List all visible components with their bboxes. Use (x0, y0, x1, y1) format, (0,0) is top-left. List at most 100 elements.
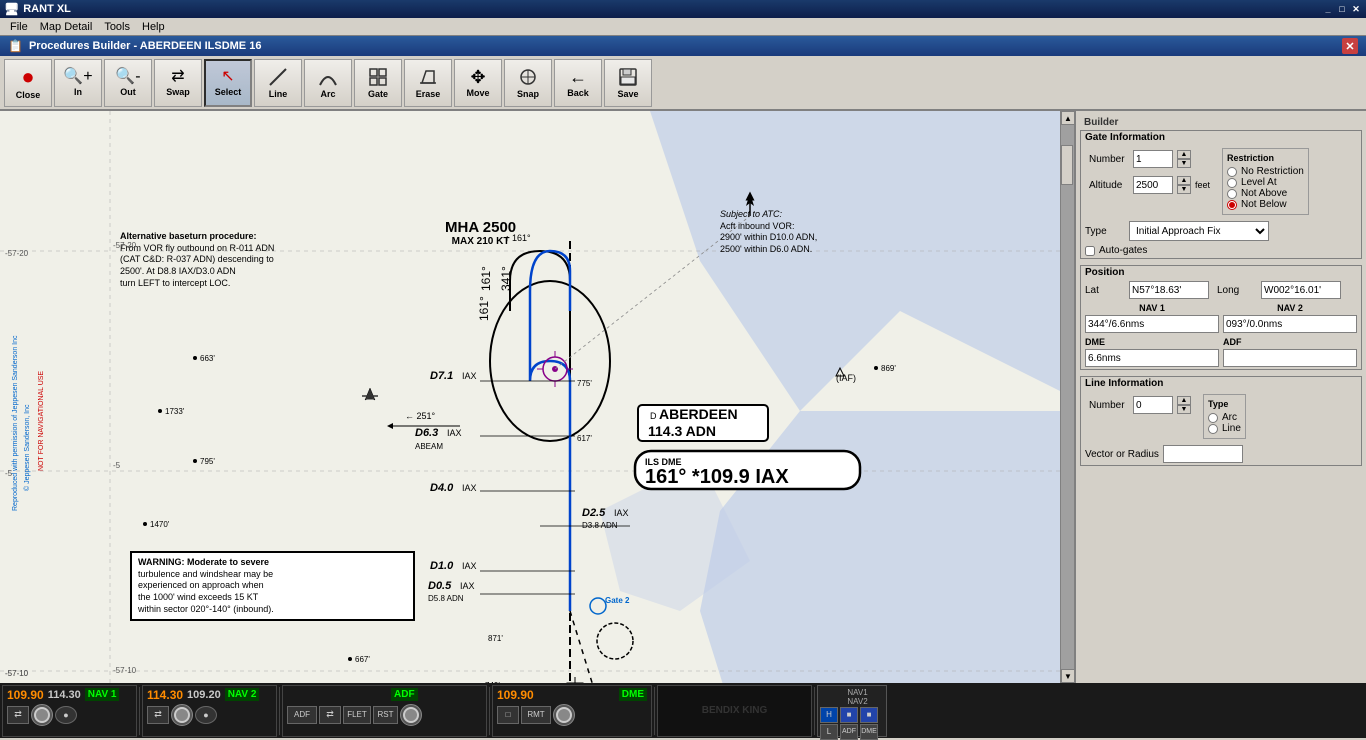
toolbar-snap-btn[interactable]: Snap (504, 59, 552, 107)
toolbar-in-btn[interactable]: 🔍+ In (54, 59, 102, 107)
dme-knob[interactable] (553, 704, 575, 726)
adf-btn1[interactable]: ADF (287, 706, 317, 724)
scroll-thumb[interactable] (1061, 145, 1073, 185)
nav1-swap-btn[interactable]: ⇄ (7, 706, 29, 724)
hl-adf-btn[interactable]: ADF (840, 724, 858, 740)
nav2-top: 114.30 109.20 NAV 2 (147, 688, 272, 702)
alt-baseturn-box: Alternative baseturn procedure: From VOR… (120, 231, 274, 289)
adf-pos-input[interactable] (1223, 349, 1357, 367)
dme-rmt-btn[interactable]: RMT (521, 706, 551, 724)
adf-btn3[interactable]: FLET (343, 706, 371, 724)
spinner-up[interactable]: ▲ (1177, 150, 1191, 159)
adf-knob[interactable] (400, 704, 422, 726)
nav1-top: 109.90 114.30 NAV 1 (7, 688, 132, 702)
toolbar-arc-btn[interactable]: Arc (304, 59, 352, 107)
alt-spinner-up[interactable]: ▲ (1177, 176, 1191, 185)
toolbar-gate-btn[interactable]: Gate (354, 59, 402, 107)
level-at-radio[interactable] (1227, 178, 1237, 188)
nav1-freq2: 114.30 (48, 689, 81, 701)
maximize-btn[interactable]: □ (1336, 3, 1348, 15)
scroll-track[interactable] (1061, 125, 1074, 669)
toolbar-swap-btn[interactable]: ⇄ Swap (154, 59, 202, 107)
menu-map-detail[interactable]: Map Detail (34, 18, 99, 36)
adf-btn2[interactable]: ⇄ (319, 706, 341, 724)
hl-nav1-h-btn[interactable]: ■ (840, 707, 858, 723)
hl-l-btn[interactable]: L (820, 724, 838, 740)
nav1-input[interactable] (1085, 315, 1219, 333)
autogates-checkbox[interactable] (1085, 246, 1095, 256)
svg-text:IAX: IAX (462, 483, 477, 493)
line-info-title: Line Information (1081, 377, 1361, 390)
line-spinner-down[interactable]: ▼ (1177, 405, 1191, 414)
hl-dme-btn[interactable]: DME (860, 724, 878, 740)
toolbar-line-btn[interactable]: Line (254, 59, 302, 107)
nav1-knob[interactable] (31, 704, 53, 726)
map-scrollbar[interactable]: ▲ ▼ (1060, 111, 1074, 683)
adf-header: ADF (1223, 337, 1357, 347)
svg-text:D6.3: D6.3 (415, 427, 438, 439)
menu-file[interactable]: File (4, 18, 34, 36)
nav2-input[interactable] (1223, 315, 1357, 333)
alt-spinner-down[interactable]: ▼ (1177, 185, 1191, 194)
svg-text:663': 663' (200, 354, 215, 363)
hl-nav2-h-btn[interactable]: ■ (860, 707, 878, 723)
proc-title-bar: 📋 Procedures Builder - ABERDEEN ILSDME 1… (0, 36, 1366, 56)
altitude-input[interactable] (1133, 176, 1173, 194)
scroll-down-btn[interactable]: ▼ (1061, 669, 1075, 683)
proc-icon: 📋 (8, 39, 23, 53)
long-input[interactable] (1261, 281, 1341, 299)
line-number-input[interactable] (1133, 396, 1173, 414)
line-spinner-up[interactable]: ▲ (1177, 396, 1191, 405)
menu-tools[interactable]: Tools (98, 18, 136, 36)
not-below-radio[interactable] (1227, 200, 1237, 210)
gate-number-input[interactable] (1133, 150, 1173, 168)
altitude-spinner[interactable]: ▲ ▼ (1177, 176, 1191, 194)
nav2-dot-btn[interactable]: ● (195, 706, 217, 724)
toolbar-erase-btn[interactable]: Erase (404, 59, 452, 107)
nav-sep-5 (814, 687, 815, 735)
arc-radio[interactable] (1208, 413, 1218, 423)
nav1-dot-btn[interactable]: ● (55, 706, 77, 724)
svg-text:795': 795' (200, 457, 215, 466)
toolbar-select-btn[interactable]: ↖ Select (204, 59, 252, 107)
toolbar-move-btn[interactable]: ✥ Move (454, 59, 502, 107)
scroll-up-btn[interactable]: ▲ (1061, 111, 1075, 125)
adf-btn4[interactable]: RST (373, 706, 398, 724)
menu-bar: File Map Detail Tools Help (0, 18, 1366, 36)
adf-label: ADF (391, 688, 418, 701)
spinner-down[interactable]: ▼ (1177, 159, 1191, 168)
adf-freq-empty (287, 688, 327, 702)
line-radio[interactable] (1208, 424, 1218, 434)
line-info-section: Line Information Number ▲ ▼ (1080, 376, 1362, 466)
no-restriction-radio[interactable] (1227, 167, 1237, 177)
hl-h-btn[interactable]: H (820, 707, 838, 723)
grid-label-57-20: -57-20 (113, 241, 136, 250)
minimize-btn[interactable]: _ (1322, 3, 1334, 15)
dme-btn1[interactable]: □ (497, 706, 519, 724)
toolbar-out-btn[interactable]: 🔍- Out (104, 59, 152, 107)
proc-close-btn[interactable]: ✕ (1342, 38, 1358, 54)
hl-l-row: L ADF DME (820, 724, 884, 740)
svg-text:Gate 2: Gate 2 (605, 596, 630, 605)
dme-top: 109.90 DME (497, 688, 647, 702)
no-restriction-label: No Restriction (1241, 166, 1304, 177)
nav2-swap-btn[interactable]: ⇄ (147, 706, 169, 724)
line-number-label: Number (1089, 400, 1129, 411)
toolbar-save-btn[interactable]: Save (604, 59, 652, 107)
menu-help[interactable]: Help (136, 18, 171, 36)
autogates-label: Auto-gates (1099, 245, 1147, 256)
dme-pos-input[interactable] (1085, 349, 1219, 367)
altitude-row: Altitude ▲ ▼ feet (1085, 174, 1214, 196)
lat-input[interactable] (1129, 281, 1209, 299)
map-area[interactable]: -57-20 -5 -57-10 -57-10 (0, 111, 1076, 683)
nav2-knob[interactable] (171, 704, 193, 726)
close-win-btn[interactable]: ✕ (1350, 3, 1362, 15)
line-number-spinner[interactable]: ▲ ▼ (1177, 396, 1191, 414)
vector-input[interactable] (1163, 445, 1243, 463)
gate-number-spinner[interactable]: ▲ ▼ (1177, 150, 1191, 168)
toolbar-close-btn[interactable]: ● Close (4, 59, 52, 107)
line-number-row: Number ▲ ▼ (1085, 394, 1195, 416)
toolbar-back-btn[interactable]: ← Back (554, 59, 602, 107)
not-above-radio[interactable] (1227, 189, 1237, 199)
type-select[interactable]: Initial Approach Fix Final Approach Fix … (1129, 221, 1269, 241)
